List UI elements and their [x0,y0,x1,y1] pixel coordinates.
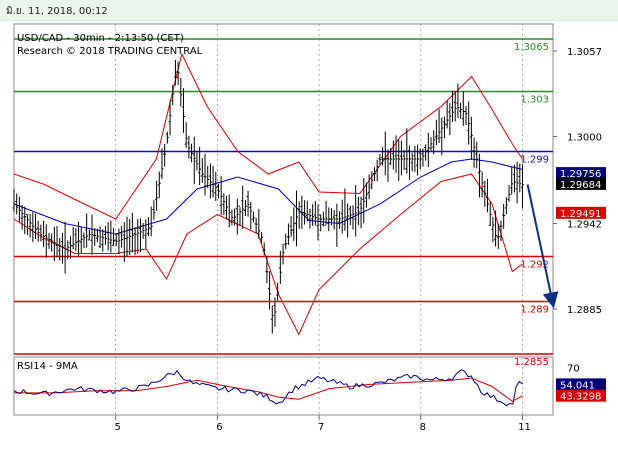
y-tick-label: 1.3057 [567,47,602,58]
rsi-title: RSI14 - 9MA [17,361,78,372]
level-label-resistance: 1.303 [520,95,549,106]
level-label-support: 1.289 [520,305,549,316]
x-tick-label: 8 [420,422,426,433]
y-tick-label: 1.2885 [567,305,602,316]
level-label-support: 1.2855 [514,357,549,368]
chart-canvas: 1.3057 1.3000 1.2942 1.2885 1.3065 1.303 1.299… [12,23,606,433]
rsi-y-tick-label: 70 [567,364,580,375]
price-tag-label: 1.29491 [560,209,601,220]
y-tick-label: 1.3000 [567,133,602,144]
x-tick-label: 6 [216,422,222,433]
x-tick-label: 5 [115,422,121,433]
rsi-panel-frame [13,356,554,416]
chart-credit: Research © 2018 TRADING CENTRAL [17,46,203,57]
level-label-resistance: 1.3065 [514,42,549,53]
x-tick-label: 7 [318,422,324,433]
y-tick-label: 1.2942 [567,220,602,231]
chart-title: USD/CAD - 30min - 2:13:50 (CET) [17,33,184,44]
level-label-pivot: 1.299 [520,155,549,166]
rsi-tag-label: 43.3298 [560,392,601,403]
x-tick-label: 11 [518,422,531,433]
price-tag-label: 1.29684 [560,180,601,191]
